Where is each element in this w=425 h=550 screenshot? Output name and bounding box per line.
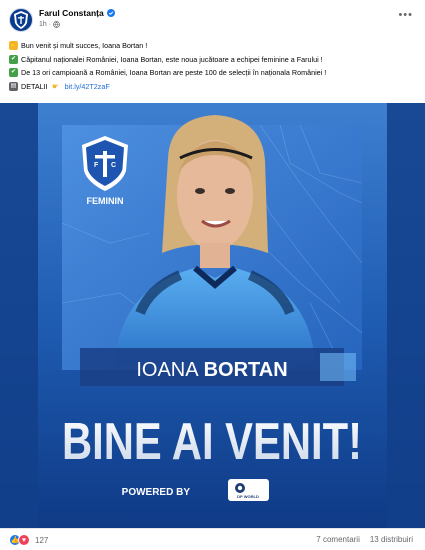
post-image[interactable]: F C FEMININ IOANA BORTAN BINE AI VENIT! P… (0, 103, 425, 528)
love-reaction-icon: ♥ (18, 534, 30, 546)
post-line: ▤ DETALII ☛ bit.ly/42T2zaF (9, 80, 419, 94)
post-line: ✔ Căpitanul naționalei României, Ioana B… (9, 53, 419, 67)
post-line: ✔ De 13 ori campioană a României, Ioana … (9, 66, 419, 80)
reaction-count[interactable]: 127 (35, 536, 48, 545)
comments-count[interactable]: 7 comentarii (316, 535, 360, 544)
shares-count[interactable]: 13 distribuiri (370, 535, 413, 544)
player-first-name: IOANA (136, 359, 199, 381)
meta-separator: · (48, 21, 52, 28)
post-stats: 7 comentarii 13 distribuiri (316, 535, 413, 544)
club-crest-icon (14, 11, 28, 29)
page-name[interactable]: Farul Constanța (39, 8, 115, 18)
post-meta: 1h · (39, 21, 61, 28)
powered-by-label: POWERED BY (122, 487, 191, 498)
post-line-text: De 13 ori campioană a României, Ioana Bo… (21, 68, 327, 77)
sponsor-logo-mark-inner (237, 485, 243, 491)
post-line-text: Bun venit și mult succes, Ioana Bortan ! (21, 41, 148, 50)
post-timestamp[interactable]: 1h (39, 21, 47, 28)
more-options-icon[interactable]: ••• (398, 10, 413, 21)
svg-text:C: C (111, 162, 116, 169)
team-label: FEMININ (87, 196, 124, 206)
post-line-text: Căpitanul naționalei României, Ioana Bor… (21, 54, 323, 64)
player-last-name: BORTAN (204, 359, 288, 381)
globe-icon (53, 21, 61, 28)
svg-text:F: F (94, 162, 99, 169)
graphic-border-left (0, 103, 38, 528)
post-header: Farul Constanța 1h · ••• (0, 0, 425, 36)
clapperboard-icon: ▤ (9, 81, 18, 91)
page-avatar[interactable] (9, 8, 33, 32)
page-name-text[interactable]: Farul Constanța (39, 8, 104, 18)
post-line: ✋ Bun venit și mult succes, Ioana Bortan… (9, 39, 419, 53)
post-text: ✋ Bun venit și mult succes, Ioana Bortan… (9, 39, 419, 93)
pointing-hand-icon: ☛ (52, 81, 60, 91)
sponsor-name: DP WORLD (237, 494, 259, 499)
details-link[interactable]: bit.ly/42T2zaF (65, 80, 110, 94)
reactions[interactable]: 👍 ♥ 127 (9, 534, 48, 546)
banner-accent (320, 353, 356, 381)
welcome-graphic: F C FEMININ IOANA BORTAN BINE AI VENIT! P… (0, 103, 425, 528)
graphic-border-right (387, 103, 425, 528)
post-footer: 👍 ♥ 127 7 comentarii 13 distribuiri (0, 528, 425, 550)
headline: BINE AI VENIT! (62, 413, 362, 471)
details-label: DETALII (21, 81, 48, 91)
player-name: IOANA BORTAN (136, 359, 287, 381)
check-mark-icon: ✔ (9, 54, 18, 64)
check-mark-icon: ✔ (9, 68, 18, 78)
waving-hand-icon: ✋ (9, 41, 18, 51)
verified-badge-icon (106, 9, 115, 17)
